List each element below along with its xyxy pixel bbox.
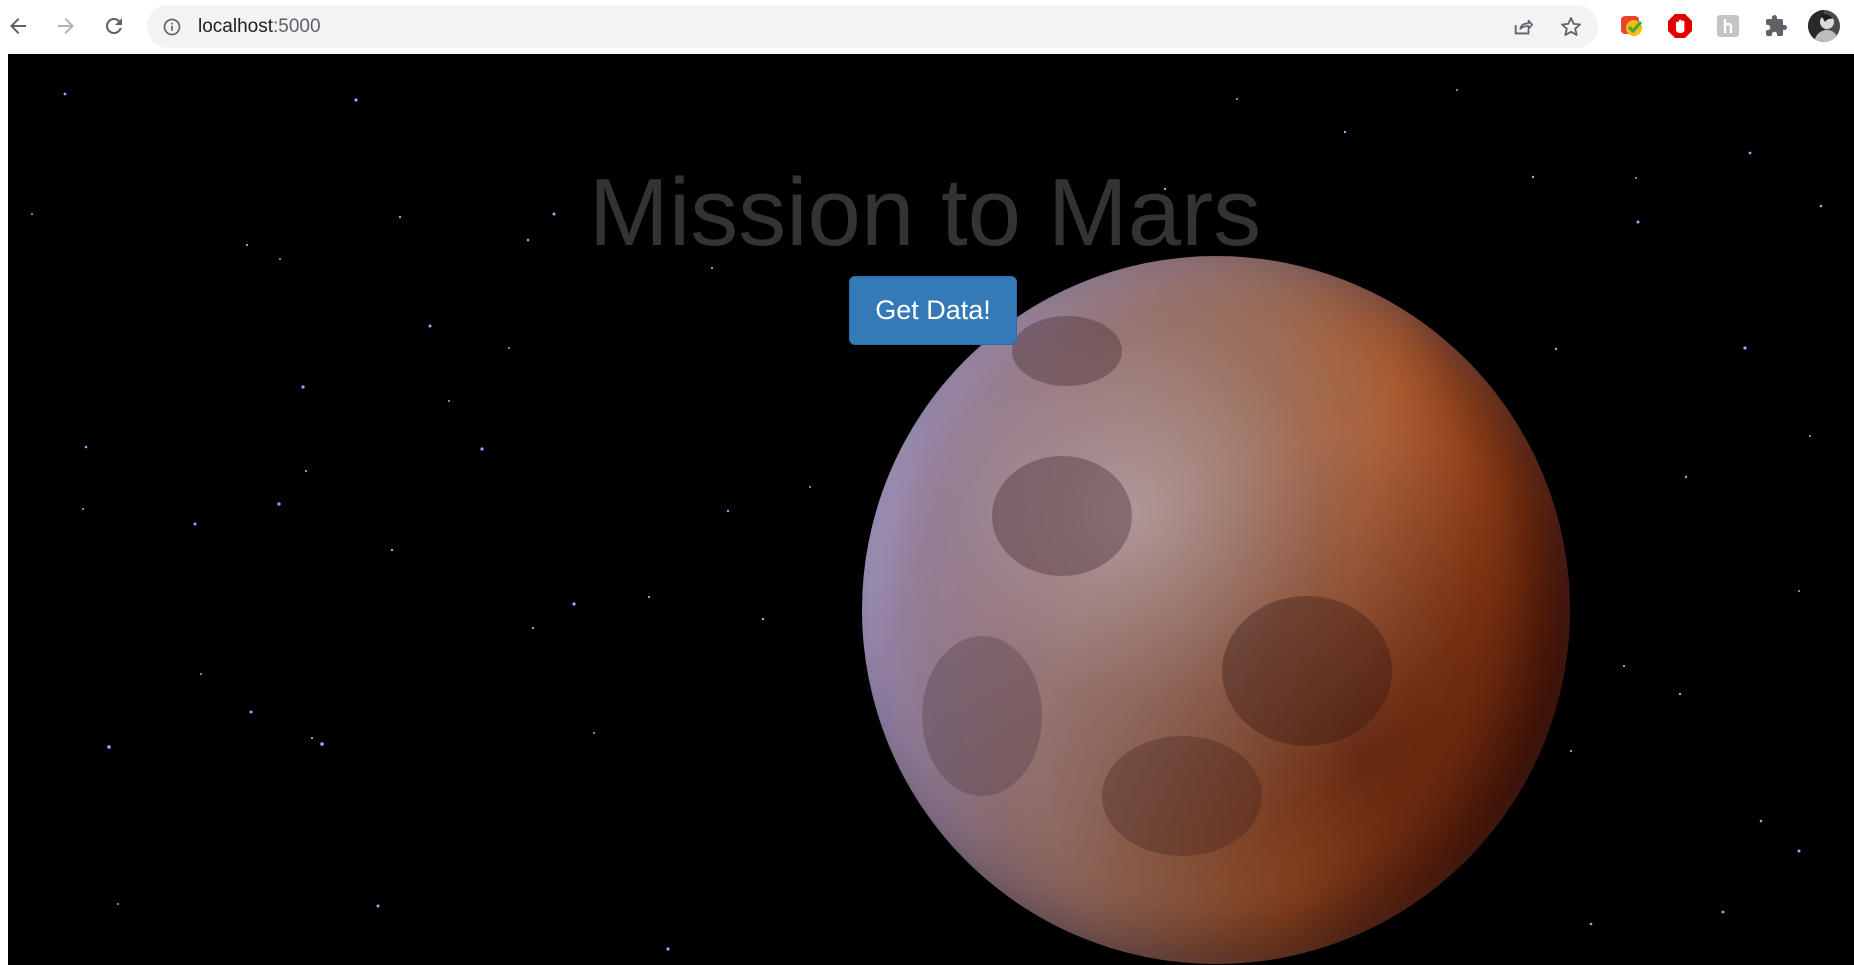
url-host: localhost [198, 16, 273, 37]
planet-shading [1102, 736, 1262, 856]
get-data-button[interactable]: Get Data! [849, 276, 1017, 345]
page-title: Mission to Mars [588, 159, 1262, 266]
forward-arrow-icon [58, 18, 74, 34]
url-port: :5000 [273, 16, 321, 37]
url-text[interactable]: localhost:5000 [198, 5, 321, 48]
page-viewport: Mission to Mars Get Data! [8, 54, 1854, 965]
puzzle-icon[interactable] [1762, 12, 1790, 40]
star-icon[interactable] [1557, 13, 1585, 41]
mars-image [862, 256, 1570, 964]
planet-shading [1222, 596, 1392, 746]
planet-shading [1012, 316, 1122, 386]
reload-button[interactable] [96, 8, 132, 44]
planet-shading [992, 456, 1132, 576]
browser-toolbar: localhost:5000 [0, 0, 1854, 54]
info-icon[interactable] [161, 16, 183, 38]
share-icon[interactable] [1509, 13, 1537, 41]
back-button[interactable] [0, 8, 36, 44]
extension-adblock-icon[interactable] [1666, 12, 1694, 40]
profile-avatar[interactable] [1808, 10, 1840, 42]
extension-grey-icon[interactable] [1714, 12, 1742, 40]
forward-button[interactable] [48, 8, 84, 44]
reload-icon [105, 17, 122, 34]
extension-check-icon[interactable] [1618, 12, 1646, 40]
address-bar[interactable]: localhost:5000 [147, 5, 1598, 48]
back-arrow-icon [10, 18, 26, 34]
planet-shading [922, 636, 1042, 796]
